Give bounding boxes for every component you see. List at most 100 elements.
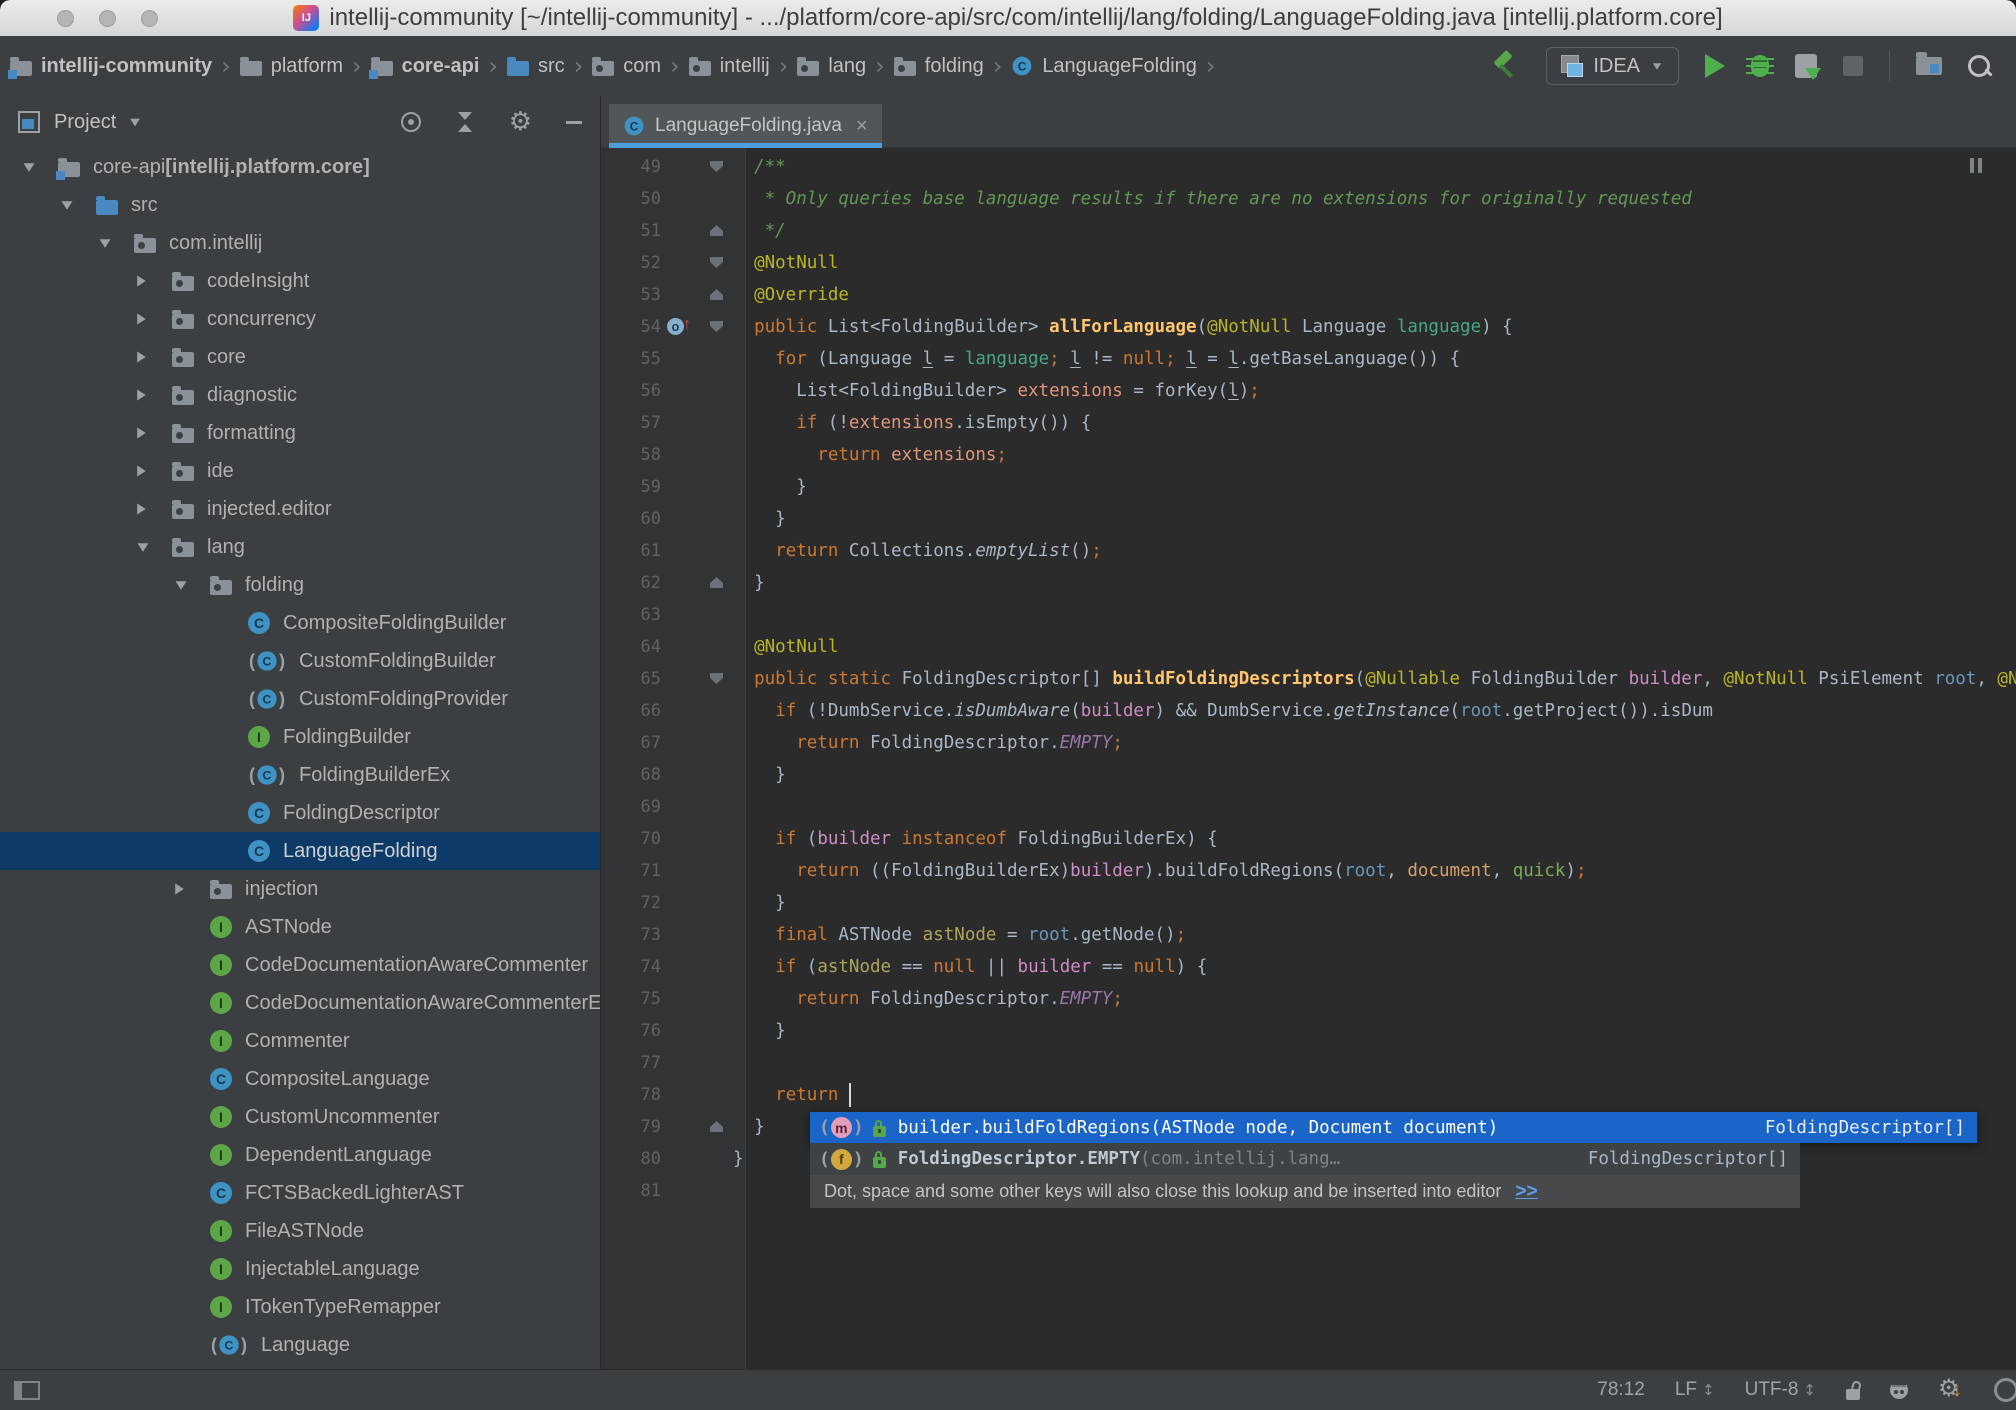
sidebar-item-foldingbuilderex[interactable]: (C) FoldingBuilderEx: [0, 756, 600, 794]
sidebar-item-dependentlanguage[interactable]: I DependentLanguage: [0, 1136, 600, 1174]
sidebar-item-ide[interactable]: ide: [0, 452, 600, 490]
breadcrumb-item-languagefolding[interactable]: C LanguageFolding: [1011, 55, 1197, 78]
fold-marker-icon[interactable]: [710, 577, 723, 588]
sidebar-item-formatting[interactable]: formatting: [0, 414, 600, 452]
coverage-button[interactable]: [1795, 54, 1821, 80]
close-window-button[interactable]: [57, 10, 74, 27]
update-gear-icon[interactable]: [1938, 1374, 1964, 1403]
hector-inspector-icon[interactable]: [1890, 1380, 1908, 1399]
class-icon: C: [624, 116, 644, 136]
sidebar-item-codeinsight[interactable]: codeInsight: [0, 262, 600, 300]
breadcrumb-item-core-api[interactable]: core-api: [368, 55, 479, 79]
sidebar-item-customfoldingprovider[interactable]: (C) CustomFoldingProvider: [0, 680, 600, 718]
collapse-all-button[interactable]: [455, 112, 475, 132]
breadcrumb-label: com: [623, 54, 662, 77]
unlock-icon[interactable]: [1846, 1388, 1860, 1400]
expand-arrow-icon[interactable]: [136, 502, 172, 516]
fold-marker-icon[interactable]: [710, 1121, 723, 1132]
hint-more-link[interactable]: >>: [1515, 1181, 1537, 1203]
search-everywhere-button[interactable]: [1968, 55, 1990, 77]
build-hammer-icon[interactable]: [1490, 51, 1520, 81]
code-line-77: 77: [601, 1047, 2016, 1079]
locate-file-button[interactable]: [400, 112, 421, 132]
sidebar-item-commenter[interactable]: I Commenter: [0, 1022, 600, 1060]
tab-languagefolding[interactable]: C LanguageFolding.java ×: [609, 104, 882, 148]
sidebar-item-injected.editor[interactable]: injected.editor: [0, 490, 600, 528]
expand-arrow-icon[interactable]: [174, 580, 210, 591]
sidebar-item-codedocumentationawarecommenter[interactable]: I CodeDocumentationAwareCommenter: [0, 946, 600, 984]
expand-arrow-icon[interactable]: [136, 426, 172, 440]
sidebar-item-foldingdescriptor[interactable]: C FoldingDescriptor: [0, 794, 600, 832]
stop-button[interactable]: [1843, 56, 1863, 76]
sidebar-item-astnode[interactable]: I ASTNode: [0, 908, 600, 946]
sidebar-item-core[interactable]: core: [0, 338, 600, 376]
sidebar-item-injectablelanguage[interactable]: I InjectableLanguage: [0, 1250, 600, 1288]
expand-arrow-icon[interactable]: [136, 274, 172, 288]
sidebar-item-folding[interactable]: folding: [0, 566, 600, 604]
sidebar-item-foldingbuilder[interactable]: I FoldingBuilder: [0, 718, 600, 756]
sidebar-item-com.intellij[interactable]: com.intellij: [0, 224, 600, 262]
breadcrumb-item-src[interactable]: src: [507, 55, 565, 78]
breadcrumb-separator: ›: [778, 52, 789, 80]
fold-marker-icon[interactable]: [710, 321, 723, 332]
sidebar-item-concurrency[interactable]: concurrency: [0, 300, 600, 338]
line-number: 61: [640, 541, 661, 561]
sidebar-item-itokentyperemapper[interactable]: I ITokenTypeRemapper: [0, 1288, 600, 1326]
breadcrumb-item-intellij-community[interactable]: intellij-community: [8, 55, 212, 79]
overrides-method-icon[interactable]: o: [667, 316, 691, 335]
breadcrumb-item-folding[interactable]: folding: [893, 55, 984, 78]
encoding-select[interactable]: UTF-8 ↕: [1745, 1379, 1816, 1401]
fold-marker-icon[interactable]: [710, 225, 723, 236]
sidebar-item-language[interactable]: (C) Language: [0, 1326, 600, 1364]
sidebar-item-diagnostic[interactable]: diagnostic: [0, 376, 600, 414]
expand-arrow-icon[interactable]: [136, 542, 172, 553]
run-config-select[interactable]: IDEA: [1546, 47, 1679, 85]
tree-item-label: Commenter: [245, 1029, 350, 1052]
sidebar-item-core-api[interactable]: core-api [intellij.platform.core]: [0, 148, 600, 186]
caret-position[interactable]: 78:12: [1597, 1379, 1645, 1401]
run-button[interactable]: [1705, 54, 1725, 78]
expand-arrow-icon[interactable]: [22, 162, 58, 173]
minimize-window-button[interactable]: [99, 10, 116, 27]
project-structure-button[interactable]: [1916, 52, 1942, 75]
breadcrumb-item-lang[interactable]: lang: [797, 55, 866, 78]
expand-arrow-icon[interactable]: [136, 388, 172, 402]
background-task-icon[interactable]: [1994, 1378, 2016, 1402]
sidebar-item-customuncommenter[interactable]: I CustomUncommenter: [0, 1098, 600, 1136]
breadcrumb-item-intellij[interactable]: intellij: [688, 55, 770, 78]
hide-panel-button[interactable]: [566, 120, 582, 124]
zoom-window-button[interactable]: [141, 10, 158, 27]
project-panel-header[interactable]: Project ⚙: [0, 96, 600, 148]
completion-item-selected[interactable]: (m) builder.buildFoldRegions(ASTNode nod…: [810, 1112, 1977, 1143]
breadcrumb-item-com[interactable]: com: [592, 55, 661, 78]
sidebar-item-fileastnode[interactable]: I FileASTNode: [0, 1212, 600, 1250]
gutter-markers: [661, 535, 733, 567]
sidebar-item-compositefoldingbuilder[interactable]: C CompositeFoldingBuilder: [0, 604, 600, 642]
sidebar-item-compositelanguage[interactable]: C CompositeLanguage: [0, 1060, 600, 1098]
debug-button[interactable]: [1746, 55, 1774, 77]
toolwindow-toggle-button[interactable]: [14, 1380, 40, 1400]
fold-marker-icon[interactable]: [710, 161, 723, 172]
sidebar-item-src[interactable]: src: [0, 186, 600, 224]
completion-item[interactable]: (f) FoldingDescriptor.EMPTY (com.intelli…: [810, 1143, 1800, 1175]
expand-arrow-icon[interactable]: [136, 464, 172, 478]
fold-marker-icon[interactable]: [710, 673, 723, 684]
close-icon[interactable]: ×: [856, 115, 868, 138]
sidebar-item-customfoldingbuilder[interactable]: (C) CustomFoldingBuilder: [0, 642, 600, 680]
sidebar-item-codedocumentationawarecommenterex[interactable]: I CodeDocumentationAwareCommenterEx: [0, 984, 600, 1022]
breadcrumb-item-platform[interactable]: platform: [239, 55, 343, 78]
fold-marker-icon[interactable]: [710, 257, 723, 268]
gear-icon[interactable]: ⚙: [509, 109, 532, 135]
expand-arrow-icon[interactable]: [98, 238, 134, 249]
sidebar-item-fctsbackedlighterast[interactable]: C FCTSBackedLighterAST: [0, 1174, 600, 1212]
expand-arrow-icon[interactable]: [174, 882, 210, 896]
expand-arrow-icon[interactable]: [60, 200, 96, 211]
package-icon: [210, 575, 232, 595]
fold-marker-icon[interactable]: [710, 289, 723, 300]
line-ending-select[interactable]: LF ↕: [1675, 1379, 1715, 1401]
sidebar-item-lang[interactable]: lang: [0, 528, 600, 566]
expand-arrow-icon[interactable]: [136, 350, 172, 364]
sidebar-item-languagefolding[interactable]: C LanguageFolding: [0, 832, 600, 870]
sidebar-item-injection[interactable]: injection: [0, 870, 600, 908]
expand-arrow-icon[interactable]: [136, 312, 172, 326]
